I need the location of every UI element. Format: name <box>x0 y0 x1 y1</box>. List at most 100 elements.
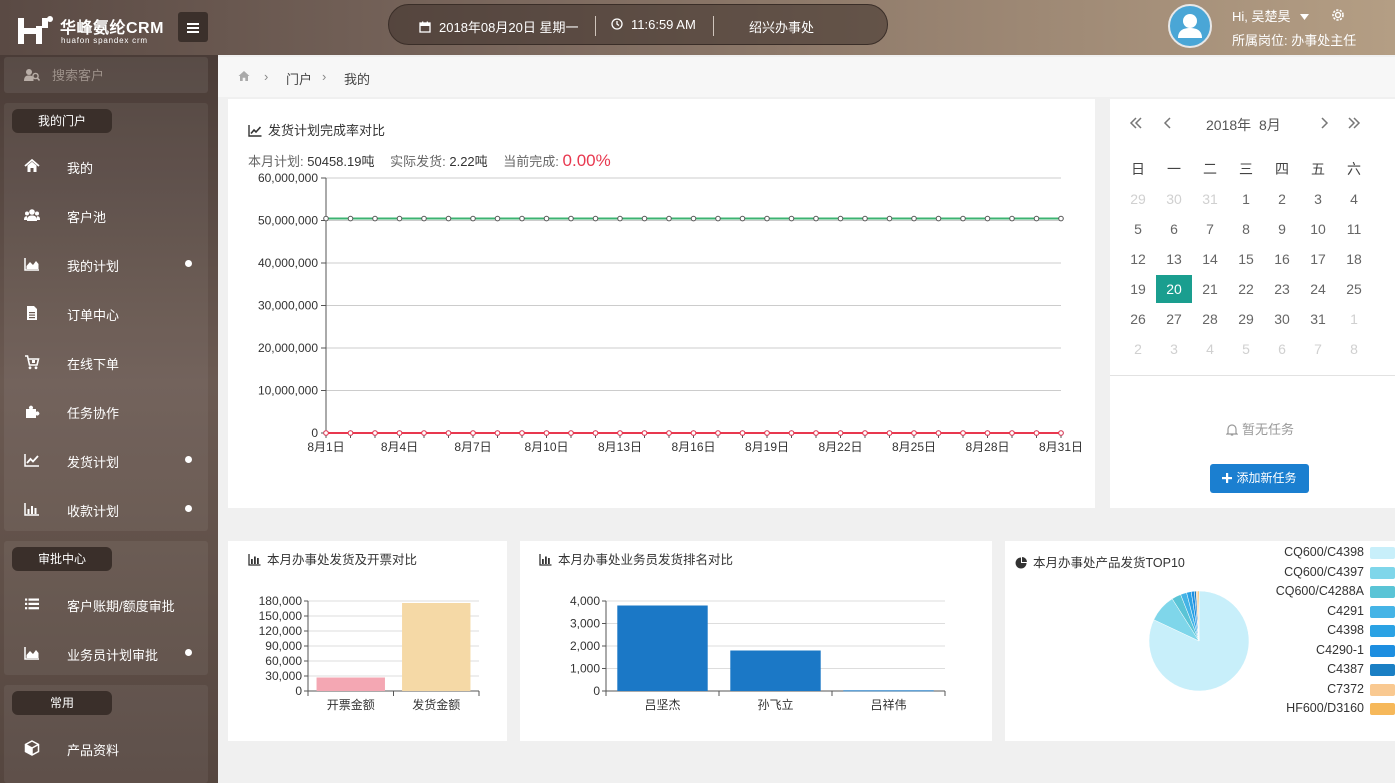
double-chevron-right-icon[interactable] <box>1346 115 1362 131</box>
calendar-day[interactable]: 4 <box>1336 185 1372 213</box>
legend-item[interactable]: HF600/D3160 <box>1255 699 1395 718</box>
calendar-day[interactable]: 10 <box>1300 215 1336 243</box>
calendar-day[interactable]: 18 <box>1336 245 1372 273</box>
user-menu[interactable]: Hi, 吴楚昊 <box>1232 6 1310 25</box>
calendar-day[interactable]: 6 <box>1156 215 1192 243</box>
calendar-day[interactable]: 11 <box>1336 215 1372 243</box>
legend-item[interactable]: C4290-1 <box>1255 641 1395 660</box>
calendar-day[interactable]: 30 <box>1156 185 1192 213</box>
menu-icon <box>187 23 199 33</box>
card-title: 本月办事处产品发货TOP10 <box>1015 552 1185 571</box>
legend-item[interactable]: CQ600/C4397 <box>1255 563 1395 582</box>
calendar-day[interactable]: 2 <box>1120 335 1156 363</box>
calendar-day[interactable]: 20 <box>1156 275 1192 303</box>
data-point <box>470 215 476 222</box>
legend-item[interactable]: CQ600/C4398 <box>1255 543 1395 562</box>
legend-item[interactable]: C7372 <box>1255 680 1395 699</box>
sidebar-item-shipping-plan[interactable]: 发货计划 <box>4 440 208 480</box>
double-chevron-left-icon[interactable] <box>1128 115 1144 131</box>
brand-logo[interactable]: 华峰氨纶CRM huafon spandex crm <box>16 12 163 48</box>
calendar-day[interactable]: 29 <box>1120 185 1156 213</box>
data-point <box>690 215 697 222</box>
calendar-day[interactable]: 31 <box>1300 305 1336 333</box>
calendar-day[interactable]: 19 <box>1120 275 1156 303</box>
calendar-day[interactable]: 30 <box>1264 305 1300 333</box>
calendar-day[interactable]: 3 <box>1156 335 1192 363</box>
breadcrumb-item-mine: 我的 <box>344 72 371 87</box>
gear-icon[interactable] <box>1330 7 1346 23</box>
section-title: 我的门户 <box>12 109 112 133</box>
calendar-day[interactable]: 7 <box>1192 215 1228 243</box>
sidebar-item-online-order[interactable]: 在线下单 <box>4 342 208 382</box>
calendar-day[interactable]: 22 <box>1228 275 1264 303</box>
avatar[interactable] <box>1168 4 1212 48</box>
calendar-day[interactable]: 14 <box>1192 245 1228 273</box>
search-input[interactable] <box>52 65 202 85</box>
data-point <box>519 430 525 436</box>
legend-item[interactable]: C4291 <box>1255 602 1395 621</box>
legend-swatch <box>1370 625 1395 637</box>
calendar-day[interactable]: 26 <box>1120 305 1156 333</box>
calendar-day[interactable]: 8 <box>1336 335 1372 363</box>
menu-toggle-button[interactable] <box>178 12 208 42</box>
sidebar-item-label: 客户账期/额度审批 <box>67 599 175 614</box>
sidebar-item-my-plan[interactable]: 我的计划 <box>4 244 208 284</box>
calendar-day[interactable]: 5 <box>1228 335 1264 363</box>
legend-item[interactable]: C4398 <box>1255 621 1395 640</box>
calendar-day[interactable]: 4 <box>1192 335 1228 363</box>
calendar-day[interactable]: 12 <box>1120 245 1156 273</box>
calendar-day[interactable]: 16 <box>1264 245 1300 273</box>
calendar-day[interactable]: 21 <box>1192 275 1228 303</box>
calendar-day[interactable]: 6 <box>1264 335 1300 363</box>
breadcrumb-item-portal[interactable]: 门户 <box>286 69 312 88</box>
calendar-day[interactable]: 7 <box>1300 335 1336 363</box>
data-point <box>494 430 501 436</box>
sidebar-item-product-info[interactable]: 产品资料 <box>4 728 208 768</box>
calendar-day[interactable]: 1 <box>1336 305 1372 333</box>
calendar-day[interactable]: 2 <box>1264 185 1300 213</box>
chevron-left-icon[interactable] <box>1160 115 1176 131</box>
sidebar-item-task-collab[interactable]: 任务协作 <box>4 391 208 431</box>
sidebar-item-customer-pool[interactable]: 客户池 <box>4 195 208 235</box>
data-point <box>568 215 574 222</box>
calendar-day[interactable]: 27 <box>1156 305 1192 333</box>
sidebar-item-payment-plan[interactable]: 收款计划 <box>4 489 208 529</box>
calendar-day[interactable]: 23 <box>1264 275 1300 303</box>
data-point <box>666 215 672 222</box>
calendar-day[interactable]: 29 <box>1228 305 1264 333</box>
data-point <box>347 430 354 436</box>
calendar-day[interactable]: 15 <box>1228 245 1264 273</box>
calendar-day[interactable]: 1 <box>1228 185 1264 213</box>
sidebar-item-order-center[interactable]: 订单中心 <box>4 293 208 333</box>
pill-divider <box>713 16 714 36</box>
sidebar-item-mine[interactable]: 我的 <box>4 146 208 186</box>
calendar-day[interactable]: 9 <box>1264 215 1300 243</box>
calendar-day[interactable]: 24 <box>1300 275 1336 303</box>
sidebar-item-credit-approval[interactable]: 客户账期/额度审批 <box>4 584 208 624</box>
y-tick-label: 3,000 <box>570 617 600 631</box>
home-icon[interactable] <box>238 70 250 82</box>
calendar-day[interactable]: 17 <box>1300 245 1336 273</box>
data-point <box>347 215 354 222</box>
legend-item[interactable]: CQ600/C4288A <box>1255 582 1395 601</box>
y-tick-label: 4,000 <box>570 594 600 608</box>
office-name[interactable]: 绍兴办事处 <box>749 17 814 36</box>
bar-chart-icon <box>539 554 552 566</box>
sidebar-item-label: 在线下单 <box>67 357 120 372</box>
y-tick-label: 10,000,000 <box>258 384 318 398</box>
data-point <box>813 215 819 222</box>
calendar-day[interactable]: 3 <box>1300 185 1336 213</box>
chevron-right-icon[interactable] <box>1316 115 1332 131</box>
add-task-button[interactable]: 添加新任务 <box>1210 464 1309 493</box>
calendar-month-label[interactable]: 2018年 8月 <box>1206 115 1281 135</box>
legend-item[interactable]: C4387 <box>1255 660 1395 679</box>
calendar-day[interactable]: 25 <box>1336 275 1372 303</box>
calendar-day[interactable]: 31 <box>1192 185 1228 213</box>
y-tick-label: 0 <box>311 426 318 440</box>
calendar-day[interactable]: 8 <box>1228 215 1264 243</box>
calendar-day[interactable]: 5 <box>1120 215 1156 243</box>
calendar-day[interactable]: 13 <box>1156 245 1192 273</box>
y-tick-label: 150,000 <box>259 609 303 623</box>
calendar-day[interactable]: 28 <box>1192 305 1228 333</box>
sidebar-item-plan-approval[interactable]: 业务员计划审批 <box>4 633 208 673</box>
